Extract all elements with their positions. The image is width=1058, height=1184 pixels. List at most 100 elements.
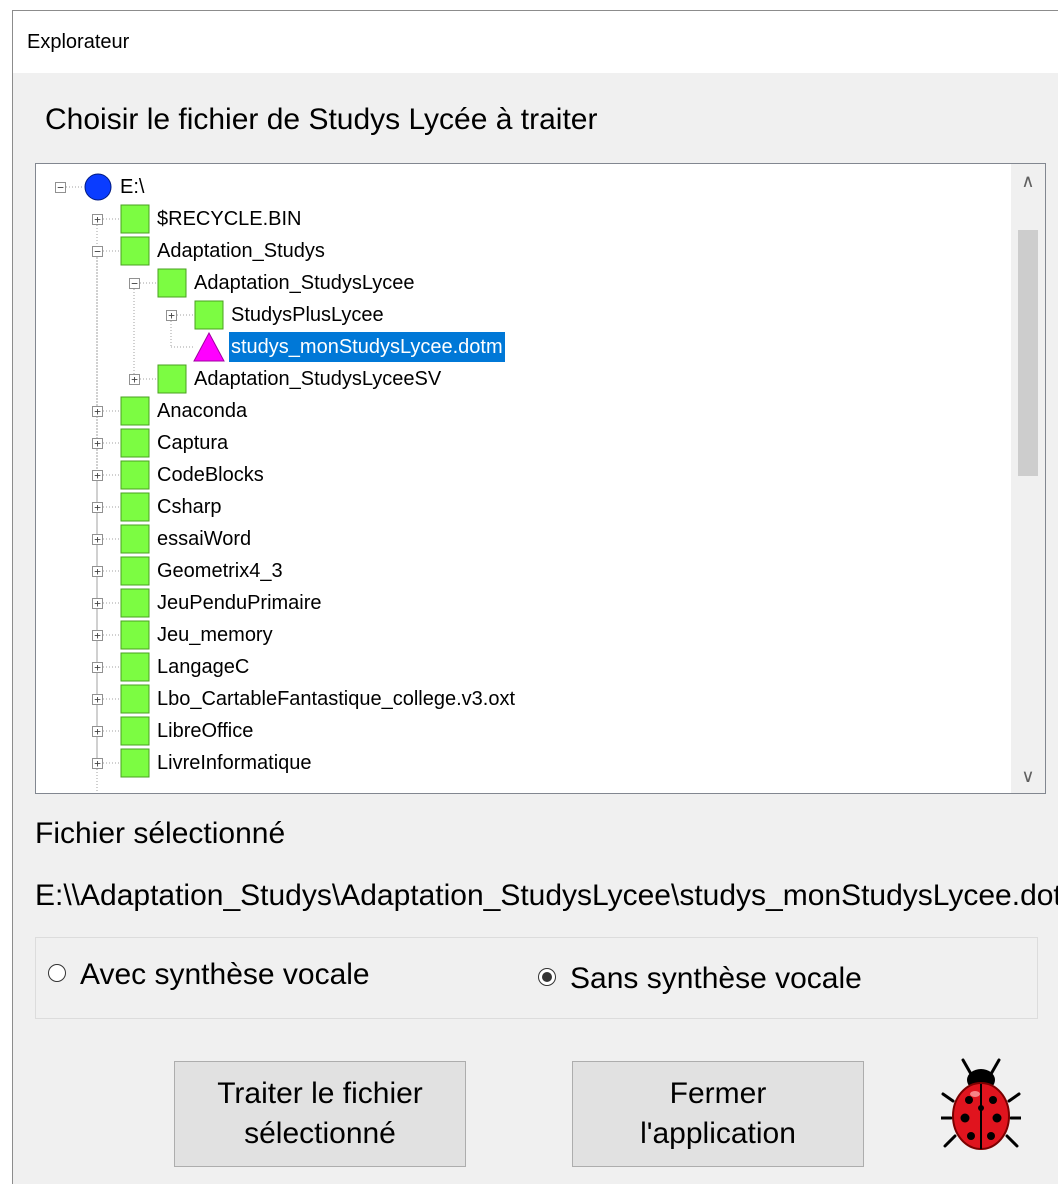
tree-item[interactable]: + Jeu_memory [36,620,1006,650]
expand-toggle-icon[interactable]: + [92,214,103,225]
tree-item-label: Csharp [157,496,222,518]
tree-item-label: Anaconda [157,400,248,422]
tree-item-label: $RECYCLE.BIN [157,208,302,230]
radio-with-voice-circle[interactable] [48,964,66,983]
expand-toggle-icon[interactable]: + [92,502,103,513]
scroll-down-arrow-icon[interactable]: ∨ [1011,759,1045,793]
folder-tree[interactable]: − E:\ + $RECYCLE.BIN − Adaptation_Studys − Adap… [35,163,1046,794]
tree-item-label: LangageC [157,656,250,678]
folder-icon [120,620,150,650]
tree-item[interactable]: + Geometrix4_3 [36,556,1006,586]
radio-with-voice[interactable]: Avec synthèse vocale [48,955,370,995]
tree-item-label: Captura [157,432,229,454]
tree-item[interactable]: studys_monStudysLycee.dotm [36,332,1006,362]
expand-toggle-icon[interactable]: + [129,374,140,385]
tree-item[interactable]: + $RECYCLE.BIN [36,204,1006,234]
tree-item[interactable]: + LibreOffice [36,716,1006,746]
tree-item[interactable]: − Adaptation_Studys [36,236,1006,266]
selected-file-label: Fichier sélectionné [35,817,286,850]
tree-item[interactable]: + LangageC [36,652,1006,682]
tree-item-label: E:\ [120,176,145,198]
expand-toggle-icon[interactable]: + [92,662,103,673]
folder-icon [120,236,150,266]
radio-without-voice-label: Sans synthèse vocale [570,962,862,995]
tree-item[interactable]: + CodeBlocks [36,460,1006,490]
scroll-thumb[interactable] [1018,230,1038,476]
collapse-toggle-icon[interactable]: − [55,182,66,193]
tree-item-label: StudysPlusLycee [231,304,384,326]
collapse-toggle-icon[interactable]: − [92,246,103,257]
folder-icon [194,300,224,330]
title-bar: Explorateur [13,11,1058,73]
expand-toggle-icon[interactable]: + [92,470,103,481]
tree-item-label: studys_monStudysLycee.dotm [229,332,505,362]
drive-icon [84,173,112,201]
tree-item[interactable]: + Captura [36,428,1006,458]
tree-item[interactable]: + Anaconda [36,396,1006,426]
tree-item[interactable]: − E:\ [36,172,1006,202]
tree-item[interactable]: + essaiWord [36,524,1006,554]
tree-item-label: JeuPenduPrimaire [157,592,322,614]
expand-toggle-icon[interactable]: + [166,310,177,321]
expand-toggle-icon[interactable]: + [92,566,103,577]
tree-item-label: Adaptation_Studys [157,240,325,262]
folder-icon [120,428,150,458]
tree-item-label: Adaptation_StudysLyceeSV [194,368,442,390]
collapse-toggle-icon[interactable]: − [129,278,140,289]
expand-toggle-icon[interactable]: + [92,598,103,609]
tree-item[interactable]: + JeuPenduPrimaire [36,588,1006,618]
radio-without-voice[interactable]: Sans synthèse vocale [538,959,862,999]
folder-icon [120,396,150,426]
page-heading: Choisir le fichier de Studys Lycée à tra… [45,103,598,136]
close-button-line2: l'application [640,1117,796,1150]
folder-icon [120,716,150,746]
tree-item-label: LibreOffice [157,720,254,742]
folder-icon [120,748,150,778]
process-button-line1: Traiter le fichier [217,1077,423,1110]
tree-item-label: Geometrix4_3 [157,560,283,582]
tree-item[interactable]: − Adaptation_StudysLycee [36,268,1006,298]
expand-toggle-icon[interactable]: + [92,438,103,449]
tree-item-label: Adaptation_StudysLycee [194,272,415,294]
close-button-line1: Fermer [669,1077,767,1110]
explorer-window: Explorateur Choisir le fichier de Studys… [12,10,1058,1184]
tree-item[interactable]: + Lbo_CartableFantastique_college.v3.oxt [36,684,1006,714]
folder-icon [120,204,150,234]
tree-item-label: Jeu_memory [157,624,273,646]
radio-with-voice-label: Avec synthèse vocale [80,958,370,991]
expand-toggle-icon[interactable]: + [92,406,103,417]
tree-scrollbar[interactable]: ∧ ∨ [1011,164,1045,793]
expand-toggle-icon[interactable]: + [92,726,103,737]
close-app-button[interactable]: Fermer l'application [572,1061,864,1167]
folder-icon [120,684,150,714]
ladybug-icon [941,1058,1021,1150]
folder-icon [120,492,150,522]
folder-icon [120,460,150,490]
expand-toggle-icon[interactable]: + [92,534,103,545]
process-file-button[interactable]: Traiter le fichier sélectionné [174,1061,466,1167]
radio-without-voice-circle[interactable] [538,968,556,987]
voice-option-group: Avec synthèse vocale Sans synthèse vocal… [35,937,1038,1019]
expand-toggle-icon[interactable]: + [92,694,103,705]
tree-item[interactable]: + LivreInformatique [36,748,1006,778]
tree-item-label: essaiWord [157,528,252,550]
expand-toggle-icon[interactable]: + [92,630,103,641]
tree-item-label: CodeBlocks [157,464,264,486]
folder-icon [120,588,150,618]
folder-icon [120,556,150,586]
tree-item-label: LivreInformatique [157,752,312,774]
folder-icon [120,524,150,554]
folder-icon [157,364,187,394]
tree-item[interactable]: + Adaptation_StudysLyceeSV [36,364,1006,394]
selected-file-path: E:\\Adaptation_Studys\Adaptation_StudysL… [35,879,1058,912]
scroll-up-arrow-icon[interactable]: ∧ [1011,164,1045,198]
folder-icon [120,652,150,682]
tree-item-label: Lbo_CartableFantastique_college.v3.oxt [157,688,516,710]
tree-item[interactable]: + Csharp [36,492,1006,522]
tree-item[interactable]: + StudysPlusLycee [36,300,1006,330]
folder-icon [157,268,187,298]
expand-toggle-icon[interactable]: + [92,758,103,769]
window-title: Explorateur [27,31,130,53]
process-button-line2: sélectionné [244,1117,396,1150]
file-icon [193,332,225,362]
